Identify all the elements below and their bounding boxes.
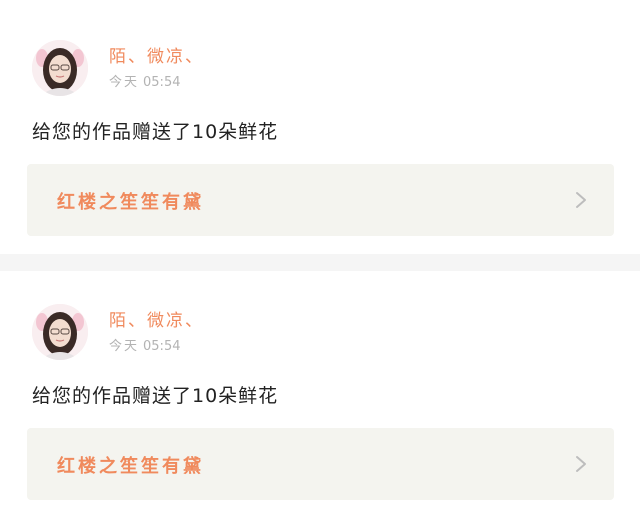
user-name[interactable]: 陌、微凉、 [109, 42, 204, 67]
work-link[interactable]: 红楼之笙笙有黛 [27, 428, 614, 500]
chevron-right-icon [576, 456, 586, 472]
post-time-clock: 05:54 [143, 339, 181, 354]
notification-feed: 陌、微凉、 今天 05:54 给您的作品赠送了10朵鲜花 红楼之笙笙有黛 陌、微… [0, 0, 640, 521]
gift-notification-card: 陌、微凉、 今天 05:54 给您的作品赠送了10朵鲜花 红楼之笙笙有黛 [0, 271, 640, 521]
notification-header: 陌、微凉、 今天 05:54 [32, 40, 612, 96]
gift-message: 给您的作品赠送了10朵鲜花 [32, 121, 279, 143]
avatar-image [32, 40, 88, 96]
post-time-day: 今天 [109, 75, 140, 90]
user-name[interactable]: 陌、微凉、 [109, 306, 204, 331]
post-time: 今天 05:54 [109, 71, 180, 90]
work-link[interactable]: 红楼之笙笙有黛 [27, 164, 614, 236]
work-title: 红楼之笙笙有黛 [57, 192, 204, 213]
post-time-clock: 05:54 [143, 75, 181, 90]
gift-notification-card: 陌、微凉、 今天 05:54 给您的作品赠送了10朵鲜花 红楼之笙笙有黛 [0, 0, 640, 254]
work-title: 红楼之笙笙有黛 [57, 456, 204, 477]
notification-header: 陌、微凉、 今天 05:54 [32, 304, 612, 360]
user-avatar[interactable] [32, 304, 88, 360]
avatar-image [32, 304, 88, 360]
post-time-day: 今天 [109, 339, 140, 354]
chevron-right-icon [576, 192, 586, 208]
user-avatar[interactable] [32, 40, 88, 96]
gift-message: 给您的作品赠送了10朵鲜花 [32, 385, 279, 407]
post-time: 今天 05:54 [109, 335, 180, 354]
